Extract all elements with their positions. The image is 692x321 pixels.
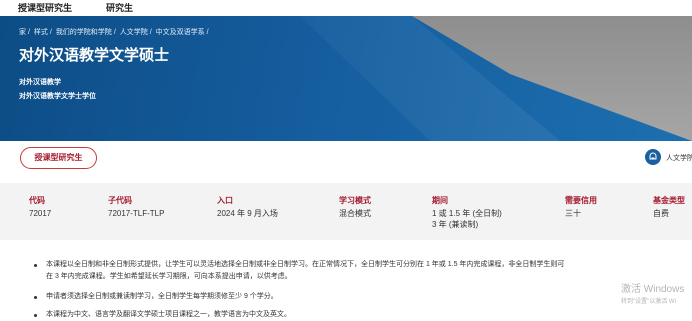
info-credits: 需要信用 三十 [565, 195, 597, 219]
info-entry-label: 入口 [217, 196, 233, 205]
note-line: 申请者须选择全日制或兼读制学习，全日制学生每学期须修至少 9 个学分。 [46, 293, 278, 300]
info-subcode: 子代码 72017-TLF-TLP [108, 195, 164, 219]
info-fund: 基金类型 自费 [653, 195, 685, 219]
info-code-label: 代码 [29, 196, 45, 205]
info-mode: 学习模式 混合模式 [339, 195, 371, 219]
breadcrumb-sep: / [49, 29, 52, 36]
info-duration-label: 期间 [432, 196, 448, 205]
windows-activation-watermark: 激活 Windows 转到"设置"以激活 Wi [621, 280, 684, 305]
top-nav: 授课型研究生 研究生 [0, 0, 692, 16]
info-subcode-value: 72017-TLF-TLP [108, 209, 165, 218]
info-subcode-label: 子代码 [108, 196, 132, 205]
note-line: 本课程以全日制和非全日制形式提供，让学生可以灵活地选择全日制或非全日制学习。在正… [46, 261, 565, 268]
info-fund-value: 自费 [653, 209, 669, 218]
info-mode-value: 混合模式 [339, 209, 371, 218]
breadcrumb-sep: / [28, 29, 30, 36]
breadcrumb-sep: / [149, 29, 152, 36]
program-subtitle: 对外汉语教学 [19, 79, 61, 86]
breadcrumb-humanities[interactable]: 人文学院 [120, 29, 148, 36]
info-entry-value: 2024 年 9 月入场 [217, 209, 278, 218]
program-type-tag[interactable]: 授课型研究生 [20, 147, 97, 169]
bullet-dot [34, 314, 37, 317]
nav-taught-postgraduate[interactable]: 授课型研究生 [18, 1, 72, 14]
info-credits-value: 三十 [565, 209, 581, 218]
bullet-dot [34, 296, 37, 299]
info-code: 代码 72017 [29, 195, 51, 219]
breadcrumb-sep: / [206, 29, 209, 36]
watermark-subtitle: 转到"设置"以激活 Wi [621, 299, 676, 305]
page-title: 对外汉语教学文学硕士 [19, 47, 170, 64]
info-duration-fulltime: 1 或 1.5 年 (全日制) [432, 209, 502, 218]
watermark-title: 激活 Windows [621, 284, 685, 295]
breadcrumb-department[interactable]: 中文及双语学系 [156, 29, 205, 36]
breadcrumb-sep: / [113, 29, 116, 36]
bullet-dot [34, 264, 37, 267]
faculty-icon [645, 149, 661, 165]
info-fund-label: 基金类型 [653, 196, 685, 205]
info-credits-label: 需要信用 [565, 196, 597, 205]
nav-research-postgraduate[interactable]: 研究生 [106, 1, 133, 14]
breadcrumb-faculties[interactable]: 我们的学院和学院 [56, 29, 112, 36]
faculty-label: 人文学院 [666, 155, 692, 162]
info-mode-label: 学习模式 [339, 196, 371, 205]
program-degree: 对外汉语教学文学士学位 [19, 93, 96, 100]
breadcrumb: 家 / 样式 / 我们的学院和学院 / 人文学院 / 中文及双语学系 / [19, 27, 211, 37]
info-code-value: 72017 [29, 209, 52, 218]
info-duration: 期间 1 或 1.5 年 (全日制) 3 年 (兼读制) [432, 195, 502, 230]
info-duration-parttime: 3 年 (兼读制) [432, 220, 479, 229]
breadcrumb-style[interactable]: 样式 [34, 29, 48, 36]
breadcrumb-home[interactable]: 家 [19, 29, 26, 36]
info-entry: 入口 2024 年 9 月入场 [217, 195, 278, 219]
note-line: 本课程为中文、语言学及翻译文学硕士项目课程之一，教学语言为中文及英文。 [46, 311, 291, 318]
note-line: 在 3 年内完成课程。学生如希望延长学习期限，可向本系提出申请，以供考虑。 [46, 273, 292, 280]
